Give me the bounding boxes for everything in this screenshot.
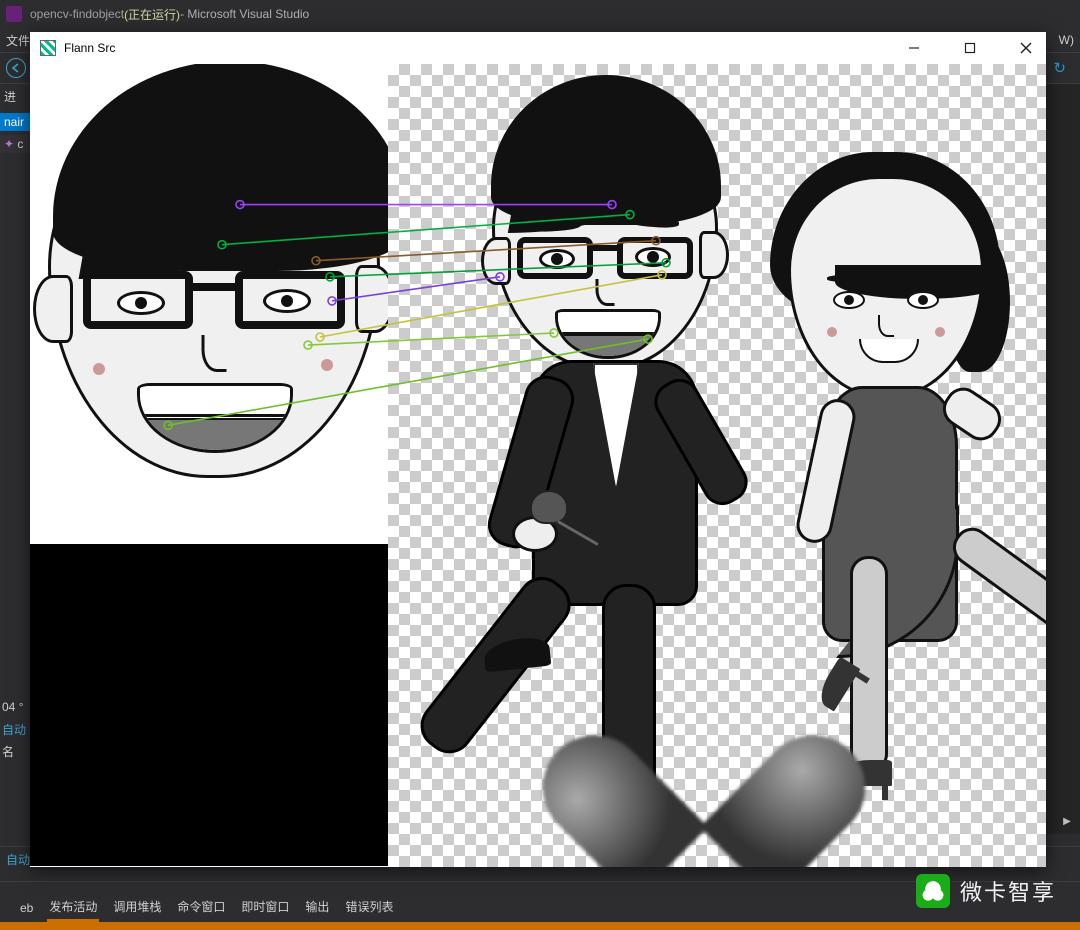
src-mouth — [137, 383, 293, 453]
scroll-right-icon[interactable]: ▶ — [1058, 812, 1076, 830]
vs-logo-icon — [6, 6, 22, 22]
dst-woman-eye-left — [833, 291, 865, 309]
source-face — [30, 64, 388, 544]
close-icon[interactable] — [1016, 38, 1036, 58]
image-window-body — [30, 64, 1046, 867]
vs-status-strip — [0, 922, 1080, 930]
auto-label: 自动 — [2, 721, 26, 738]
image-window-app-icon — [40, 40, 56, 56]
dst-man-mouth — [555, 309, 661, 359]
dst-man-nose — [596, 279, 615, 306]
menu-file[interactable]: 文件 — [6, 32, 30, 49]
btab-publish[interactable]: 发布活动 — [47, 894, 99, 922]
dst-woman-brow-left — [827, 275, 869, 282]
vs-root: opencv-findobject (正在运行) - Microsoft Vis… — [0, 0, 1080, 930]
dst-woman-eye-right — [907, 291, 939, 309]
dst-rose — [528, 484, 578, 534]
dst-man-hair — [491, 75, 721, 225]
src-blush-left — [93, 363, 105, 375]
src-eye-left — [117, 291, 165, 315]
btab-output[interactable]: 输出 — [303, 894, 331, 922]
wechat-icon — [916, 874, 950, 908]
src-ear-left — [33, 275, 73, 343]
heart-icon — [604, 667, 804, 827]
dst-woman-brow-right — [903, 275, 945, 282]
src-nose — [202, 335, 227, 372]
dst-man-eye-right — [635, 247, 671, 267]
dst-woman-leg-right — [946, 521, 1046, 661]
source-image-panel — [30, 64, 388, 544]
btab-web[interactable]: eb — [18, 897, 35, 922]
src-glasses-bridge — [191, 283, 237, 291]
redo-icon[interactable]: ↻ — [1053, 59, 1066, 77]
image-window-title: Flann Src — [64, 41, 115, 55]
dst-woman-head — [788, 176, 984, 398]
vs-titlebar: opencv-findobject (正在运行) - Microsoft Vis… — [0, 0, 1080, 28]
left-tab-c-label: c — [17, 137, 23, 151]
watermark: 微卡智享 — [916, 874, 1056, 908]
minimize-icon[interactable] — [904, 38, 924, 58]
btab-errors[interactable]: 错误列表 — [343, 894, 395, 922]
destination-image-panel — [388, 64, 1046, 867]
dst-woman-blush-left — [827, 327, 837, 337]
vs-app-label: - Microsoft Visual Studio — [180, 7, 309, 21]
nav-back-icon[interactable] — [6, 58, 26, 78]
source-padding — [30, 544, 388, 866]
vs-right-panel: ▶ — [1043, 84, 1080, 834]
src-head — [48, 112, 380, 478]
auto-label-2: 自动 — [6, 853, 30, 867]
dst-man-ear-left — [481, 237, 511, 285]
vs-running-label: (正在运行) — [124, 6, 180, 23]
rose-head-icon — [530, 490, 568, 524]
cpp-file-icon: ✦ — [4, 137, 14, 151]
dst-man-eye-left — [539, 249, 575, 269]
btab-callstack[interactable]: 调用堆栈 — [111, 894, 163, 922]
watermark-text: 微卡智享 — [960, 875, 1056, 907]
src-eye-right — [263, 289, 311, 313]
dst-woman-nose — [878, 315, 894, 337]
dst-woman-blush-right — [935, 327, 945, 337]
name-col-label: 名 — [2, 743, 14, 760]
dst-woman-mouth — [859, 339, 919, 363]
dst-woman-leg-left — [850, 556, 888, 772]
window-buttons — [904, 38, 1036, 58]
dst-man-bridge — [591, 245, 621, 251]
btab-command[interactable]: 命令窗口 — [175, 894, 227, 922]
vs-project-name: opencv-findobject — [30, 7, 124, 21]
src-hair — [53, 64, 407, 271]
maximize-icon[interactable] — [960, 38, 980, 58]
status-04: 04 ° — [2, 700, 24, 714]
dst-man-head — [492, 124, 718, 370]
btab-immediate[interactable]: 即时窗口 — [239, 894, 291, 922]
src-blush-right — [321, 359, 333, 371]
image-window-titlebar[interactable]: Flann Src — [30, 32, 1046, 64]
image-window: Flann Src — [30, 32, 1046, 867]
dst-man-ear-right — [699, 231, 729, 279]
menu-window-hint: W) — [1059, 33, 1074, 47]
